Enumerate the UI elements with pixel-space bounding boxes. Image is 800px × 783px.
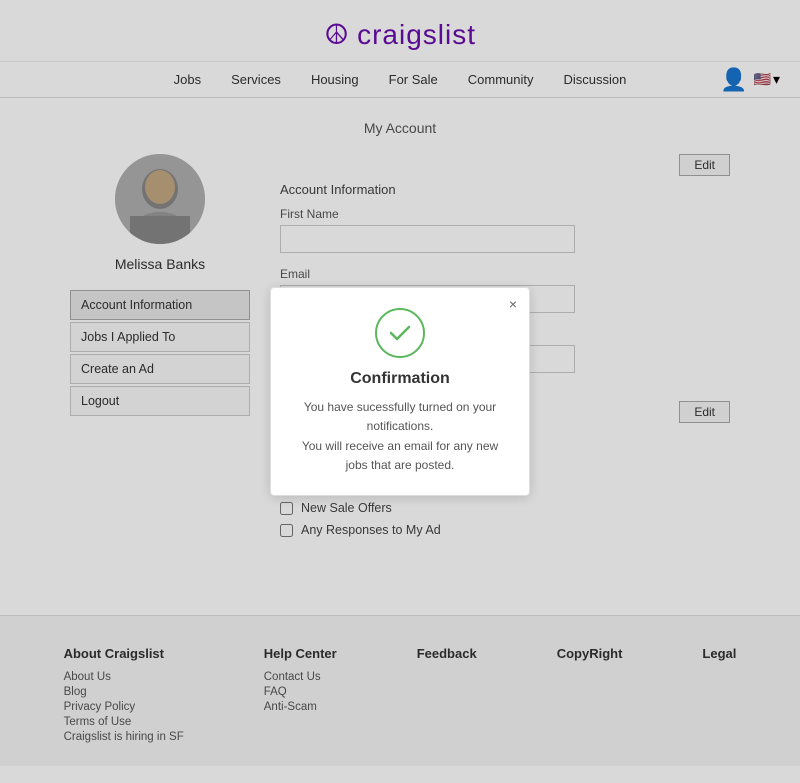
- modal-text: You have sucessfully turned on your noti…: [291, 398, 509, 475]
- modal-check-icon: [375, 308, 425, 358]
- checkmark-icon: [386, 319, 414, 347]
- modal-close-button[interactable]: ×: [509, 296, 517, 312]
- modal-overlay[interactable]: × Confirmation You have sucessfully turn…: [0, 0, 800, 783]
- modal-text-line2: You will receive an email for any new jo…: [302, 439, 498, 472]
- modal-title: Confirmation: [291, 370, 509, 388]
- confirmation-modal: × Confirmation You have sucessfully turn…: [270, 287, 530, 496]
- modal-text-line1: You have sucessfully turned on your noti…: [304, 400, 496, 433]
